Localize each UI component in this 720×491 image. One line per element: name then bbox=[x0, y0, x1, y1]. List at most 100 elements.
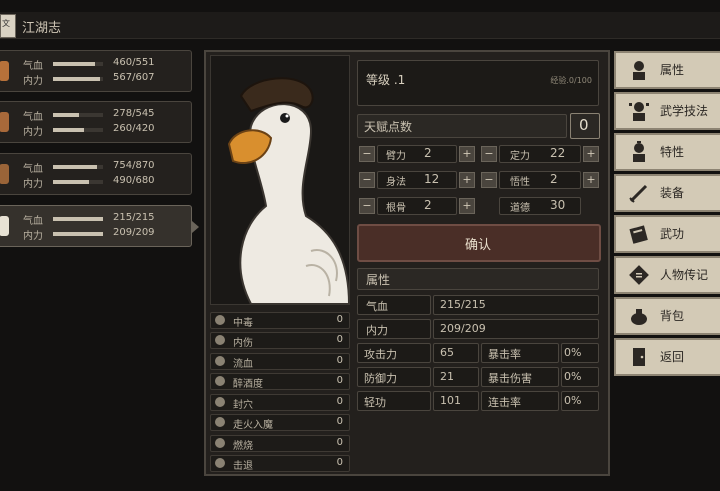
blood-drop-icon bbox=[215, 356, 225, 366]
journal-icon-text: 文 bbox=[2, 19, 10, 28]
person-icon bbox=[633, 61, 645, 80]
hp-label: 气血 bbox=[23, 216, 43, 227]
status-qi-deviation: 走火入魔 0 bbox=[210, 414, 350, 431]
crit-damage-label: 暴击伤害 bbox=[488, 372, 532, 385]
mp-label-box: 内力 bbox=[357, 319, 431, 339]
confirm-button[interactable]: 确认 bbox=[357, 224, 601, 262]
stat-value: 2 bbox=[424, 198, 432, 212]
menu-inventory[interactable]: 背包 bbox=[614, 297, 720, 335]
menu-martial-techniques[interactable]: 武学技法 bbox=[614, 92, 720, 130]
stat-name: 臂力 bbox=[386, 151, 406, 162]
hp-label-box: 气血 bbox=[357, 295, 431, 315]
defense-value-box: 21 bbox=[433, 367, 479, 387]
hp-value: 215/215 bbox=[440, 298, 486, 311]
decrease-comprehension-button[interactable]: − bbox=[481, 172, 497, 188]
qinggong-label-box: 轻功 bbox=[357, 391, 431, 411]
menu-label: 人物传记 bbox=[660, 268, 709, 282]
hp-value: 278/545 bbox=[113, 108, 155, 119]
flame-icon bbox=[215, 438, 225, 448]
talent-label: 天赋点数 bbox=[364, 120, 413, 134]
talent-value-box: 0 bbox=[570, 113, 600, 139]
menu-label: 属性 bbox=[660, 63, 685, 77]
menu-equipment[interactable]: 装备 bbox=[614, 174, 720, 212]
poison-icon bbox=[215, 315, 225, 325]
menu-attributes[interactable]: 属性 bbox=[614, 51, 720, 89]
stat-name: 道德 bbox=[510, 203, 530, 214]
attack-value: 65 bbox=[440, 346, 454, 359]
status-label: 封穴 bbox=[233, 400, 253, 411]
status-poison: 中毒 0 bbox=[210, 312, 350, 329]
defense-label-box: 防御力 bbox=[357, 367, 431, 387]
martial-person-icon bbox=[629, 102, 649, 121]
crit-rate-value-box: 0% bbox=[561, 343, 599, 363]
qinggong-value: 101 bbox=[440, 394, 461, 407]
menu-label: 背包 bbox=[660, 309, 685, 323]
status-value: 0 bbox=[336, 437, 343, 448]
menu-traits[interactable]: 特性 bbox=[614, 133, 720, 171]
menu-kungfu[interactable]: 武功 bbox=[614, 215, 720, 253]
party-member-4-selected[interactable]: 气血 215/215 内力 209/209 bbox=[0, 205, 192, 247]
defense-value: 21 bbox=[440, 370, 454, 383]
hp-bar bbox=[53, 217, 103, 221]
increase-strength-button[interactable]: + bbox=[459, 146, 475, 162]
menu-label: 装备 bbox=[660, 186, 685, 200]
status-drunk: 醉酒度 0 bbox=[210, 373, 350, 390]
stat-name: 悟性 bbox=[510, 177, 530, 188]
mp-label: 内力 bbox=[23, 231, 43, 242]
decrease-agility-button[interactable]: − bbox=[359, 172, 375, 188]
qinggong-label: 轻功 bbox=[364, 396, 386, 409]
stat-value: 2 bbox=[424, 146, 432, 160]
hp-value: 754/870 bbox=[113, 160, 155, 171]
crit-rate-label: 暴击率 bbox=[488, 348, 521, 361]
party-member-3[interactable]: 气血 754/870 内力 490/680 bbox=[0, 153, 192, 195]
status-value: 0 bbox=[336, 314, 343, 325]
mp-bar bbox=[53, 232, 103, 236]
book-icon bbox=[629, 225, 648, 244]
party-member-2[interactable]: 气血 278/545 内力 260/420 bbox=[0, 101, 192, 143]
attack-label: 攻击力 bbox=[364, 348, 397, 361]
level-label: 等级 .1 bbox=[366, 73, 406, 87]
status-label: 醉酒度 bbox=[233, 379, 263, 390]
status-burning: 燃烧 0 bbox=[210, 435, 350, 452]
combo-rate-label: 连击率 bbox=[488, 396, 521, 409]
stat-value: 2 bbox=[550, 172, 558, 186]
page-title: 江湖志 bbox=[22, 21, 62, 36]
increase-agility-button[interactable]: + bbox=[459, 172, 475, 188]
goose-portrait-icon bbox=[211, 56, 349, 304]
menu-biography[interactable]: 人物传记 bbox=[614, 256, 720, 294]
status-value: 0 bbox=[336, 355, 343, 366]
status-value: 0 bbox=[336, 334, 343, 345]
crit-rate-value: 0% bbox=[564, 346, 582, 359]
stat-name: 定力 bbox=[510, 151, 530, 162]
hp-value: 460/551 bbox=[113, 57, 155, 68]
combo-rate-label-box: 连击率 bbox=[481, 391, 559, 411]
agility-stat: 身法 12 bbox=[377, 171, 457, 189]
increase-focus-button[interactable]: + bbox=[583, 146, 599, 162]
mp-value: 209/209 bbox=[440, 322, 486, 335]
status-label: 内伤 bbox=[233, 338, 253, 349]
exp-label: 经验.0/100 bbox=[550, 76, 592, 85]
decrease-focus-button[interactable]: − bbox=[481, 146, 497, 162]
combo-rate-value: 0% bbox=[564, 394, 582, 407]
increase-constitution-button[interactable]: + bbox=[459, 198, 475, 214]
status-value: 0 bbox=[336, 457, 343, 468]
swirl-icon bbox=[215, 417, 225, 427]
attack-label-box: 攻击力 bbox=[357, 343, 431, 363]
drunk-face-icon bbox=[215, 376, 225, 386]
talent-value: 0 bbox=[579, 116, 589, 134]
avatar bbox=[0, 112, 9, 132]
stat-name: 身法 bbox=[386, 177, 406, 188]
decrease-strength-button[interactable]: − bbox=[359, 146, 375, 162]
status-label: 燃烧 bbox=[233, 441, 253, 452]
decrease-constitution-button[interactable]: − bbox=[359, 198, 375, 214]
menu-label: 特性 bbox=[660, 145, 685, 159]
mp-value: 490/680 bbox=[113, 175, 155, 186]
increase-comprehension-button[interactable]: + bbox=[583, 172, 599, 188]
menu-back[interactable]: 返回 bbox=[614, 338, 720, 376]
party-member-1[interactable]: 气血 460/551 内力 567/607 bbox=[0, 50, 192, 92]
broken-heart-icon bbox=[215, 335, 225, 345]
journal-icon: 文 bbox=[0, 14, 16, 38]
status-knockback: 击退 0 bbox=[210, 455, 350, 472]
crit-damage-value-box: 0% bbox=[561, 367, 599, 387]
stat-name: 根骨 bbox=[386, 203, 406, 214]
